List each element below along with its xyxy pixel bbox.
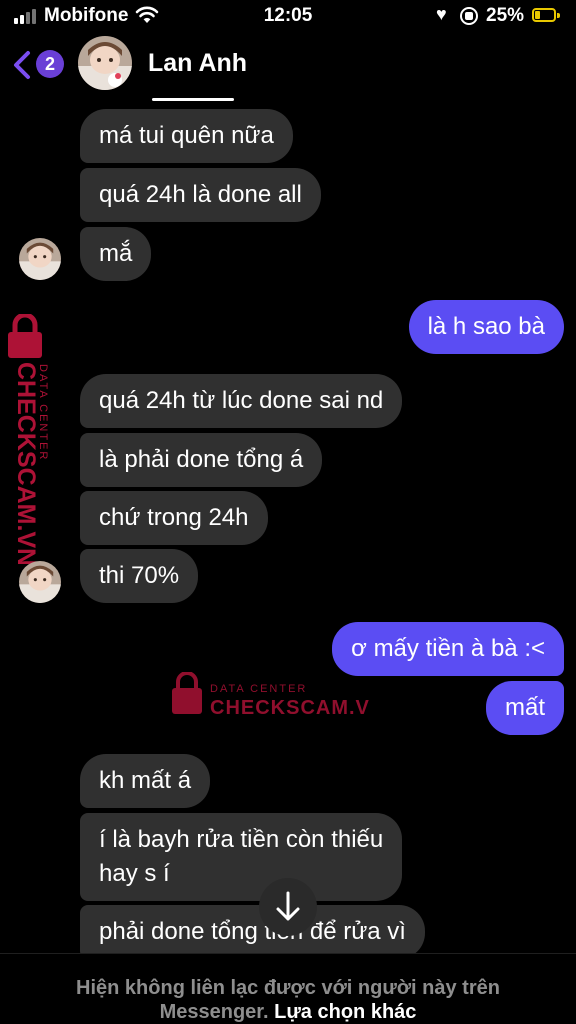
message-bubble-incoming[interactable]: quá 24h là done all [80, 168, 321, 222]
sender-avatar[interactable] [19, 561, 61, 603]
battery-tip [557, 13, 560, 18]
watermark-logo-text: CHECKSCAM.VN [12, 362, 40, 564]
messenger-unavailable-footer: Hiện không liên lạc được với người này t… [0, 953, 576, 1024]
message-bubble-incoming[interactable]: phải done tổng tiền để rửa vì [80, 905, 425, 959]
contact-avatar[interactable] [78, 36, 132, 90]
message-bubble-outgoing[interactable]: là h sao bà [408, 300, 564, 354]
message-bubble-incoming[interactable]: má tui quên nữa [80, 109, 293, 163]
avatar-image [78, 36, 132, 90]
header-underline [152, 98, 234, 101]
svg-text:CHECKSCAM.VN: CHECKSCAM.VN [210, 697, 370, 718]
message-bubble-incoming[interactable]: mắ [80, 227, 152, 281]
battery-percent: 25% [486, 5, 525, 26]
unread-count-badge: 2 [36, 50, 64, 78]
checkscam-watermark-center: DATA CENTER CHECKSCAM.VN [170, 671, 384, 719]
rotation-lock-icon [460, 7, 478, 25]
other-options-link[interactable]: Lựa chọn khác [274, 1001, 416, 1023]
status-bar: Mobifone 12:05 ♥ 25% [0, 0, 576, 32]
message-bubble-outgoing[interactable]: mất [485, 681, 564, 735]
back-button[interactable]: 2 [10, 48, 66, 82]
message-bubble-incoming[interactable]: quá 24h từ lúc done sai nd [80, 374, 403, 428]
checkscam-watermark-vertical: CHECKSCAM.VN DATA CENTER [4, 312, 64, 566]
footer-notice: Hiện không liên lạc được với người này t… [20, 976, 556, 1024]
scroll-to-bottom-button[interactable] [259, 878, 317, 936]
message-bubble-incoming[interactable]: kh mất á [80, 754, 211, 808]
message-bubble-incoming[interactable]: chứ trong 24h [80, 491, 268, 545]
message-bubble-incoming[interactable]: thi 70% [80, 549, 199, 603]
sender-avatar[interactable] [19, 238, 61, 280]
chevron-left-icon [14, 51, 30, 79]
message-bubble-incoming[interactable]: í là bayh rửa tiền còn thiếu hay s í [80, 813, 403, 901]
conversation-header: 2 Lan Anh [0, 32, 576, 104]
battery-charging-icon [532, 8, 556, 22]
message-bubble-outgoing[interactable]: ơ mấy tiền à bà :< [332, 622, 564, 676]
message-bubble-incoming[interactable]: là phải done tổng á [80, 433, 323, 487]
heart-icon: ♥ [436, 4, 447, 24]
arrow-down-icon [276, 891, 300, 921]
svg-text:DATA CENTER: DATA CENTER [37, 364, 49, 461]
contact-name[interactable]: Lan Anh [148, 49, 247, 78]
svg-text:DATA CENTER: DATA CENTER [210, 683, 307, 695]
